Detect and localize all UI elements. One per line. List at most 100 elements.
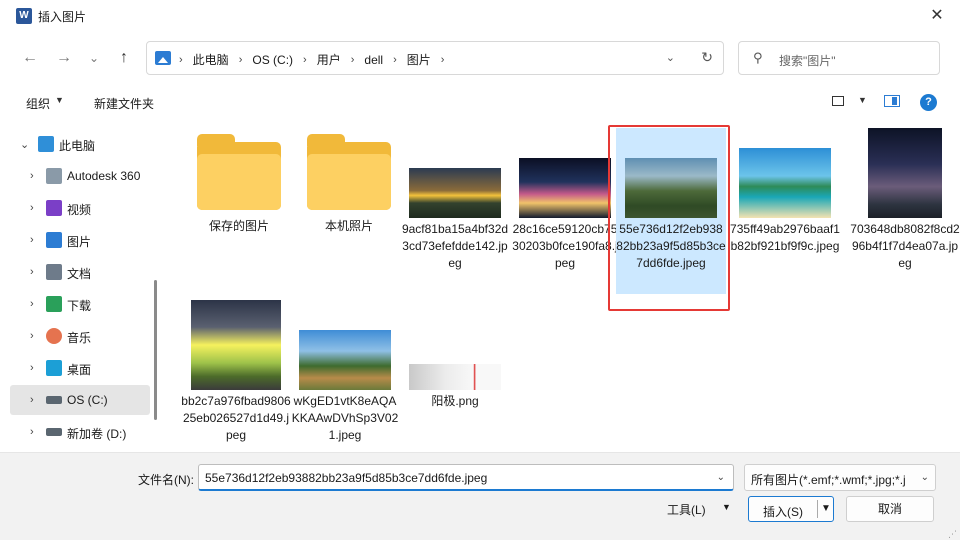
file-name-label: wKgED1vtK8eAQAKKAAwDVhSp3V021.jpeg (291, 394, 399, 442)
file-name-label: 9acf81ba15a4bf32d3cd73efefdde142.jpeg (401, 222, 509, 270)
download-icon (46, 296, 62, 312)
sidebar-item-label: 此电脑 (59, 139, 96, 153)
drive-icon (46, 396, 62, 404)
file-name-label: 703648db8082f8cd296b4f1f7d4ea07a.jpeg (850, 222, 960, 270)
file-name-label: 保存的图片 (208, 219, 269, 233)
sidebar-item-video-2[interactable]: › 视频 (10, 193, 150, 223)
breadcrumb-separator-icon[interactable]: › (441, 54, 445, 66)
close-button[interactable]: ✕ (914, 0, 960, 32)
window-title: 插入图片 (38, 10, 87, 24)
chevron-right-icon[interactable]: › (30, 426, 34, 438)
organize-button[interactable]: 组织 (26, 95, 50, 112)
chevron-right-icon[interactable]: › (30, 234, 34, 246)
filename-chevron-down-icon[interactable]: ⌄ (717, 472, 725, 483)
sidebar-item-drive-8[interactable]: › OS (C:) (10, 385, 150, 415)
chevron-right-icon[interactable]: › (30, 202, 34, 214)
image-thumbnail (299, 330, 391, 390)
title-bar: W 插入图片 ✕ (0, 0, 960, 32)
breadcrumb-os-c[interactable]: OS (C:) (252, 53, 293, 67)
breadcrumb: › 此电脑 › OS (C:) › 用户 › dell › 图片 › (179, 51, 454, 68)
image-thumbnail (409, 168, 501, 218)
address-bar[interactable]: › 此电脑 › OS (C:) › 用户 › dell › 图片 › ⌄ ↻ (146, 41, 724, 75)
navigation-bar: ← → ⌄ ↑ › 此电脑 › OS (C:) › 用户 › dell › 图片… (0, 32, 960, 84)
file-type-select[interactable]: 所有图片(*.emf;*.wmf;*.jpg;*.j ⌄ (744, 464, 936, 491)
breadcrumb-separator-icon[interactable]: › (393, 54, 397, 66)
sidebar-item-cloud-1[interactable]: › Autodesk 360 (10, 161, 150, 191)
cloud-icon (46, 168, 62, 184)
new-folder-button[interactable]: 新建文件夹 (94, 95, 154, 112)
resize-grip-icon[interactable]: ⋰ (948, 529, 957, 540)
filename-input[interactable]: 55e736d12f2eb93882bb23a9f5d85b3ce7dd6fde… (198, 464, 734, 491)
sidebar-item-picture-3[interactable]: › 图片 (10, 225, 150, 255)
search-icon: ⚲ (753, 50, 763, 65)
file-list: 保存的图片 本机照片 9acf81ba15a4bf32d3cd73efefdde14… (163, 120, 960, 452)
sidebar-scrollbar[interactable] (154, 280, 157, 420)
insert-button[interactable]: 插入(S) ▼ (748, 496, 834, 522)
breadcrumb-separator-icon[interactable]: › (239, 54, 243, 66)
sidebar-item-drive-9[interactable]: › 新加卷 (D:) (10, 417, 150, 447)
document-icon (46, 264, 62, 280)
up-button[interactable]: ↑ (112, 46, 136, 70)
breadcrumb-separator-icon: › (179, 53, 183, 66)
sidebar-item-monitor-0[interactable]: ⌄ 此电脑 (10, 129, 150, 159)
cancel-button[interactable]: 取消 (846, 496, 934, 522)
sidebar-item-document-4[interactable]: › 文档 (10, 257, 150, 287)
back-button[interactable]: ← (18, 46, 42, 70)
chevron-right-icon[interactable]: › (30, 170, 34, 182)
chevron-right-icon[interactable]: › (30, 298, 34, 310)
drive-icon (46, 428, 62, 436)
pictures-folder-icon (155, 51, 171, 65)
file-name-label: 735ff49ab2976baaf1b82bf921bf9f9c.jpeg (730, 222, 840, 253)
file-type-chevron-down-icon[interactable]: ⌄ (918, 472, 929, 483)
tools-caret-icon[interactable]: ▼ (722, 502, 731, 512)
address-history-chevron-down-icon[interactable]: ⌄ (666, 51, 675, 64)
file-name-label: 本机照片 (324, 219, 373, 233)
insert-label[interactable]: 插入(S) (763, 503, 803, 520)
file-type-value[interactable]: 所有图片(*.emf;*.wmf;*.jpg;*.j (751, 471, 906, 488)
word-app-icon: W (16, 8, 32, 24)
filename-label: 文件名(N): (138, 473, 194, 487)
forward-button[interactable]: → (52, 46, 76, 70)
breadcrumb-users[interactable]: 用户 (317, 51, 341, 68)
sidebar-item-label: 下载 (67, 299, 92, 313)
search-box[interactable]: ⚲ 搜索"图片" (738, 41, 940, 75)
refresh-icon[interactable]: ↻ (701, 49, 713, 66)
sidebar-item-music-6[interactable]: › 音乐 (10, 321, 150, 351)
chevron-right-icon[interactable]: › (30, 266, 34, 278)
sidebar-item-label: Autodesk 360 (67, 169, 141, 183)
chevron-right-icon[interactable]: › (30, 362, 34, 374)
image-thumbnail (868, 128, 942, 218)
breadcrumb-separator-icon[interactable]: › (351, 54, 355, 66)
sidebar-item-label: 桌面 (67, 363, 92, 377)
help-icon[interactable]: ? (920, 94, 937, 111)
image-thumbnail (191, 300, 281, 390)
navigation-pane: ⌄ 此电脑 › Autodesk 360 › 视频 › 图片 › 文档 › 下载 › 音乐 › 桌面 › OS (… (0, 122, 160, 452)
sidebar-item-label: 图片 (67, 235, 92, 249)
file-name-label: 28c16ce59120cb7530203b0fce190fa8.jpeg (512, 222, 618, 270)
insert-caret-icon[interactable]: ▼ (821, 503, 831, 514)
file-name-label: bb2c7a976fbad980625eb026527d1d49.jpeg (181, 394, 291, 442)
breadcrumb-pictures[interactable]: 图片 (407, 51, 431, 68)
recent-locations-button[interactable]: ⌄ (82, 46, 106, 70)
image-thumbnail (739, 148, 831, 218)
tools-button[interactable]: 工具(L) (667, 501, 706, 518)
view-caret-icon[interactable]: ▼ (858, 95, 867, 105)
breadcrumb-separator-icon[interactable]: › (303, 54, 307, 66)
monitor-icon (38, 136, 54, 152)
breadcrumb-dell[interactable]: dell (364, 53, 383, 67)
filename-value[interactable]: 55e736d12f2eb93882bb23a9f5d85b3ce7dd6fde… (205, 471, 487, 485)
breadcrumb-this-pc[interactable]: 此电脑 (193, 51, 229, 68)
chevron-right-icon[interactable]: › (30, 330, 34, 342)
command-bar: 组织 ▼ 新建文件夹 ▼ ? (0, 84, 960, 120)
image-thumbnail (519, 158, 611, 218)
sidebar-item-desktop-7[interactable]: › 桌面 (10, 353, 150, 383)
chevron-down-icon[interactable]: ⌄ (20, 138, 29, 151)
sidebar-item-label: 文档 (67, 267, 92, 281)
sidebar-item-download-5[interactable]: › 下载 (10, 289, 150, 319)
preview-pane-icon[interactable] (884, 95, 900, 107)
search-input-placeholder[interactable]: 搜索"图片" (779, 52, 836, 69)
dialog-footer: 文件名(N): 55e736d12f2eb93882bb23a9f5d85b3c… (0, 452, 960, 540)
view-options-icon[interactable] (832, 96, 844, 106)
chevron-right-icon[interactable]: › (30, 394, 34, 406)
organize-caret-icon[interactable]: ▼ (55, 95, 64, 105)
